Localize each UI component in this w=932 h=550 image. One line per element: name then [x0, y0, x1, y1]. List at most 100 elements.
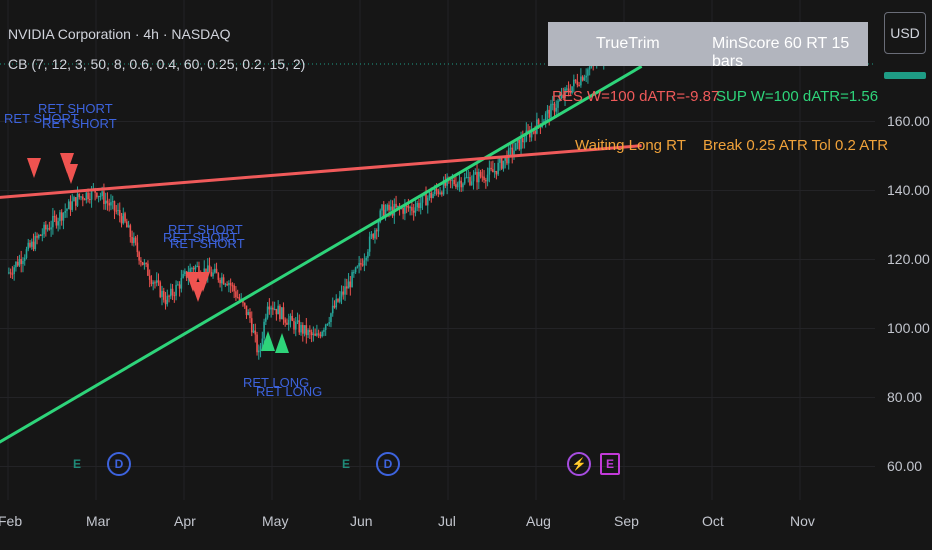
- candle-body: [478, 171, 480, 183]
- candle-body: [76, 193, 79, 206]
- candle-body: [256, 334, 258, 353]
- candle-body: [293, 321, 295, 330]
- candle-body: [108, 203, 110, 206]
- candle-body: [50, 227, 52, 230]
- candle-body: [133, 237, 135, 244]
- candle-body: [192, 268, 195, 270]
- candle-body: [173, 295, 176, 297]
- candle-body: [453, 180, 455, 185]
- candle-body: [23, 257, 26, 261]
- candle-body: [11, 273, 14, 275]
- candle-body: [354, 267, 357, 273]
- candle-body: [418, 203, 420, 209]
- candle-body: [585, 75, 587, 78]
- candle-body: [588, 66, 591, 70]
- candle-body: [365, 257, 367, 261]
- candle-body: [353, 272, 355, 274]
- candle-body: [534, 130, 536, 134]
- candle-body: [212, 272, 214, 277]
- candle-body: [455, 184, 457, 188]
- candle-body: [73, 197, 75, 202]
- candle-body: [486, 174, 489, 182]
- candle-body: [419, 202, 422, 209]
- info-table-header: TrueTrim MinScore 60 RT 15 bars: [548, 22, 868, 70]
- candle-body: [66, 209, 68, 211]
- earnings-icon[interactable]: E: [335, 452, 357, 476]
- candle-body: [328, 322, 330, 324]
- split-icon[interactable]: ⚡: [567, 452, 591, 476]
- candle-body: [326, 323, 329, 325]
- candle-body: [30, 241, 33, 247]
- candle-body: [312, 333, 315, 336]
- candle-body: [62, 212, 65, 221]
- dividend-icon[interactable]: D: [107, 452, 131, 476]
- candle-body: [573, 79, 575, 87]
- candle-body: [245, 305, 248, 316]
- y-tick-label: 80.00: [887, 388, 923, 405]
- candle-body: [32, 241, 35, 250]
- candle-body: [60, 212, 63, 221]
- candle-body: [127, 225, 130, 228]
- candle-body: [261, 338, 264, 347]
- candle-body: [310, 332, 313, 336]
- currency-button[interactable]: USD: [884, 12, 926, 54]
- candle-body: [476, 171, 478, 183]
- price-chart[interactable]: [0, 0, 932, 550]
- candle-body: [372, 234, 374, 239]
- x-tick-label: Sep: [614, 513, 639, 529]
- candle-body: [451, 180, 454, 182]
- candle-body: [39, 234, 42, 236]
- candle-body: [166, 295, 169, 305]
- candle-body: [474, 171, 477, 175]
- dividend-icon[interactable]: D: [376, 452, 400, 476]
- candle-body: [490, 167, 492, 170]
- last-price-marker: [884, 72, 926, 79]
- candle-body: [411, 207, 413, 211]
- candle-body: [258, 350, 260, 353]
- candle-body: [272, 307, 274, 310]
- resistance-status: RES W=100 dATR=-9.87: [552, 88, 720, 105]
- candle-body: [316, 333, 318, 336]
- candle-body: [493, 170, 496, 173]
- candle-body: [222, 277, 225, 285]
- candle-body: [226, 284, 228, 286]
- candle-body: [29, 242, 31, 247]
- x-tick-label: Feb: [0, 513, 23, 529]
- candle-body: [87, 192, 89, 200]
- candle-body: [472, 174, 475, 182]
- candle-body: [330, 313, 332, 323]
- candle-body: [150, 279, 153, 284]
- earnings-icon[interactable]: E: [600, 453, 620, 475]
- candle-body: [386, 204, 389, 210]
- candle-body: [111, 201, 114, 203]
- chart-title: NVIDIA Corporation · 4h · NASDAQ: [8, 26, 231, 42]
- candle-body: [115, 210, 118, 212]
- signal-label: RET SHORT: [170, 236, 245, 251]
- x-tick-label: Jul: [438, 513, 456, 529]
- candle-body: [432, 194, 434, 198]
- candle-body: [131, 237, 133, 244]
- candle-body: [268, 306, 271, 310]
- candle-body: [13, 267, 15, 274]
- candle-body: [15, 261, 17, 268]
- short-signal-triangle: [191, 282, 205, 302]
- candle-body: [382, 204, 385, 217]
- candle-body: [157, 280, 160, 283]
- indicator-legend[interactable]: CB (7, 12, 3, 50, 8, 0.6, 0.4, 60, 0.25,…: [8, 56, 305, 72]
- candle-body: [277, 305, 279, 315]
- candle-body: [300, 324, 302, 333]
- candle-body: [104, 200, 107, 205]
- candle-body: [404, 205, 406, 214]
- candle-body: [208, 265, 211, 272]
- candle-body: [194, 266, 197, 270]
- candle-body: [346, 286, 348, 289]
- candle-body: [414, 207, 417, 213]
- candle-body: [523, 141, 526, 143]
- candle-body: [381, 204, 383, 211]
- candle-body: [191, 268, 193, 270]
- candle-body: [103, 191, 105, 205]
- candle-body: [465, 177, 468, 179]
- candle-body: [219, 279, 221, 284]
- earnings-icon[interactable]: E: [66, 452, 88, 476]
- candle-body: [229, 282, 232, 286]
